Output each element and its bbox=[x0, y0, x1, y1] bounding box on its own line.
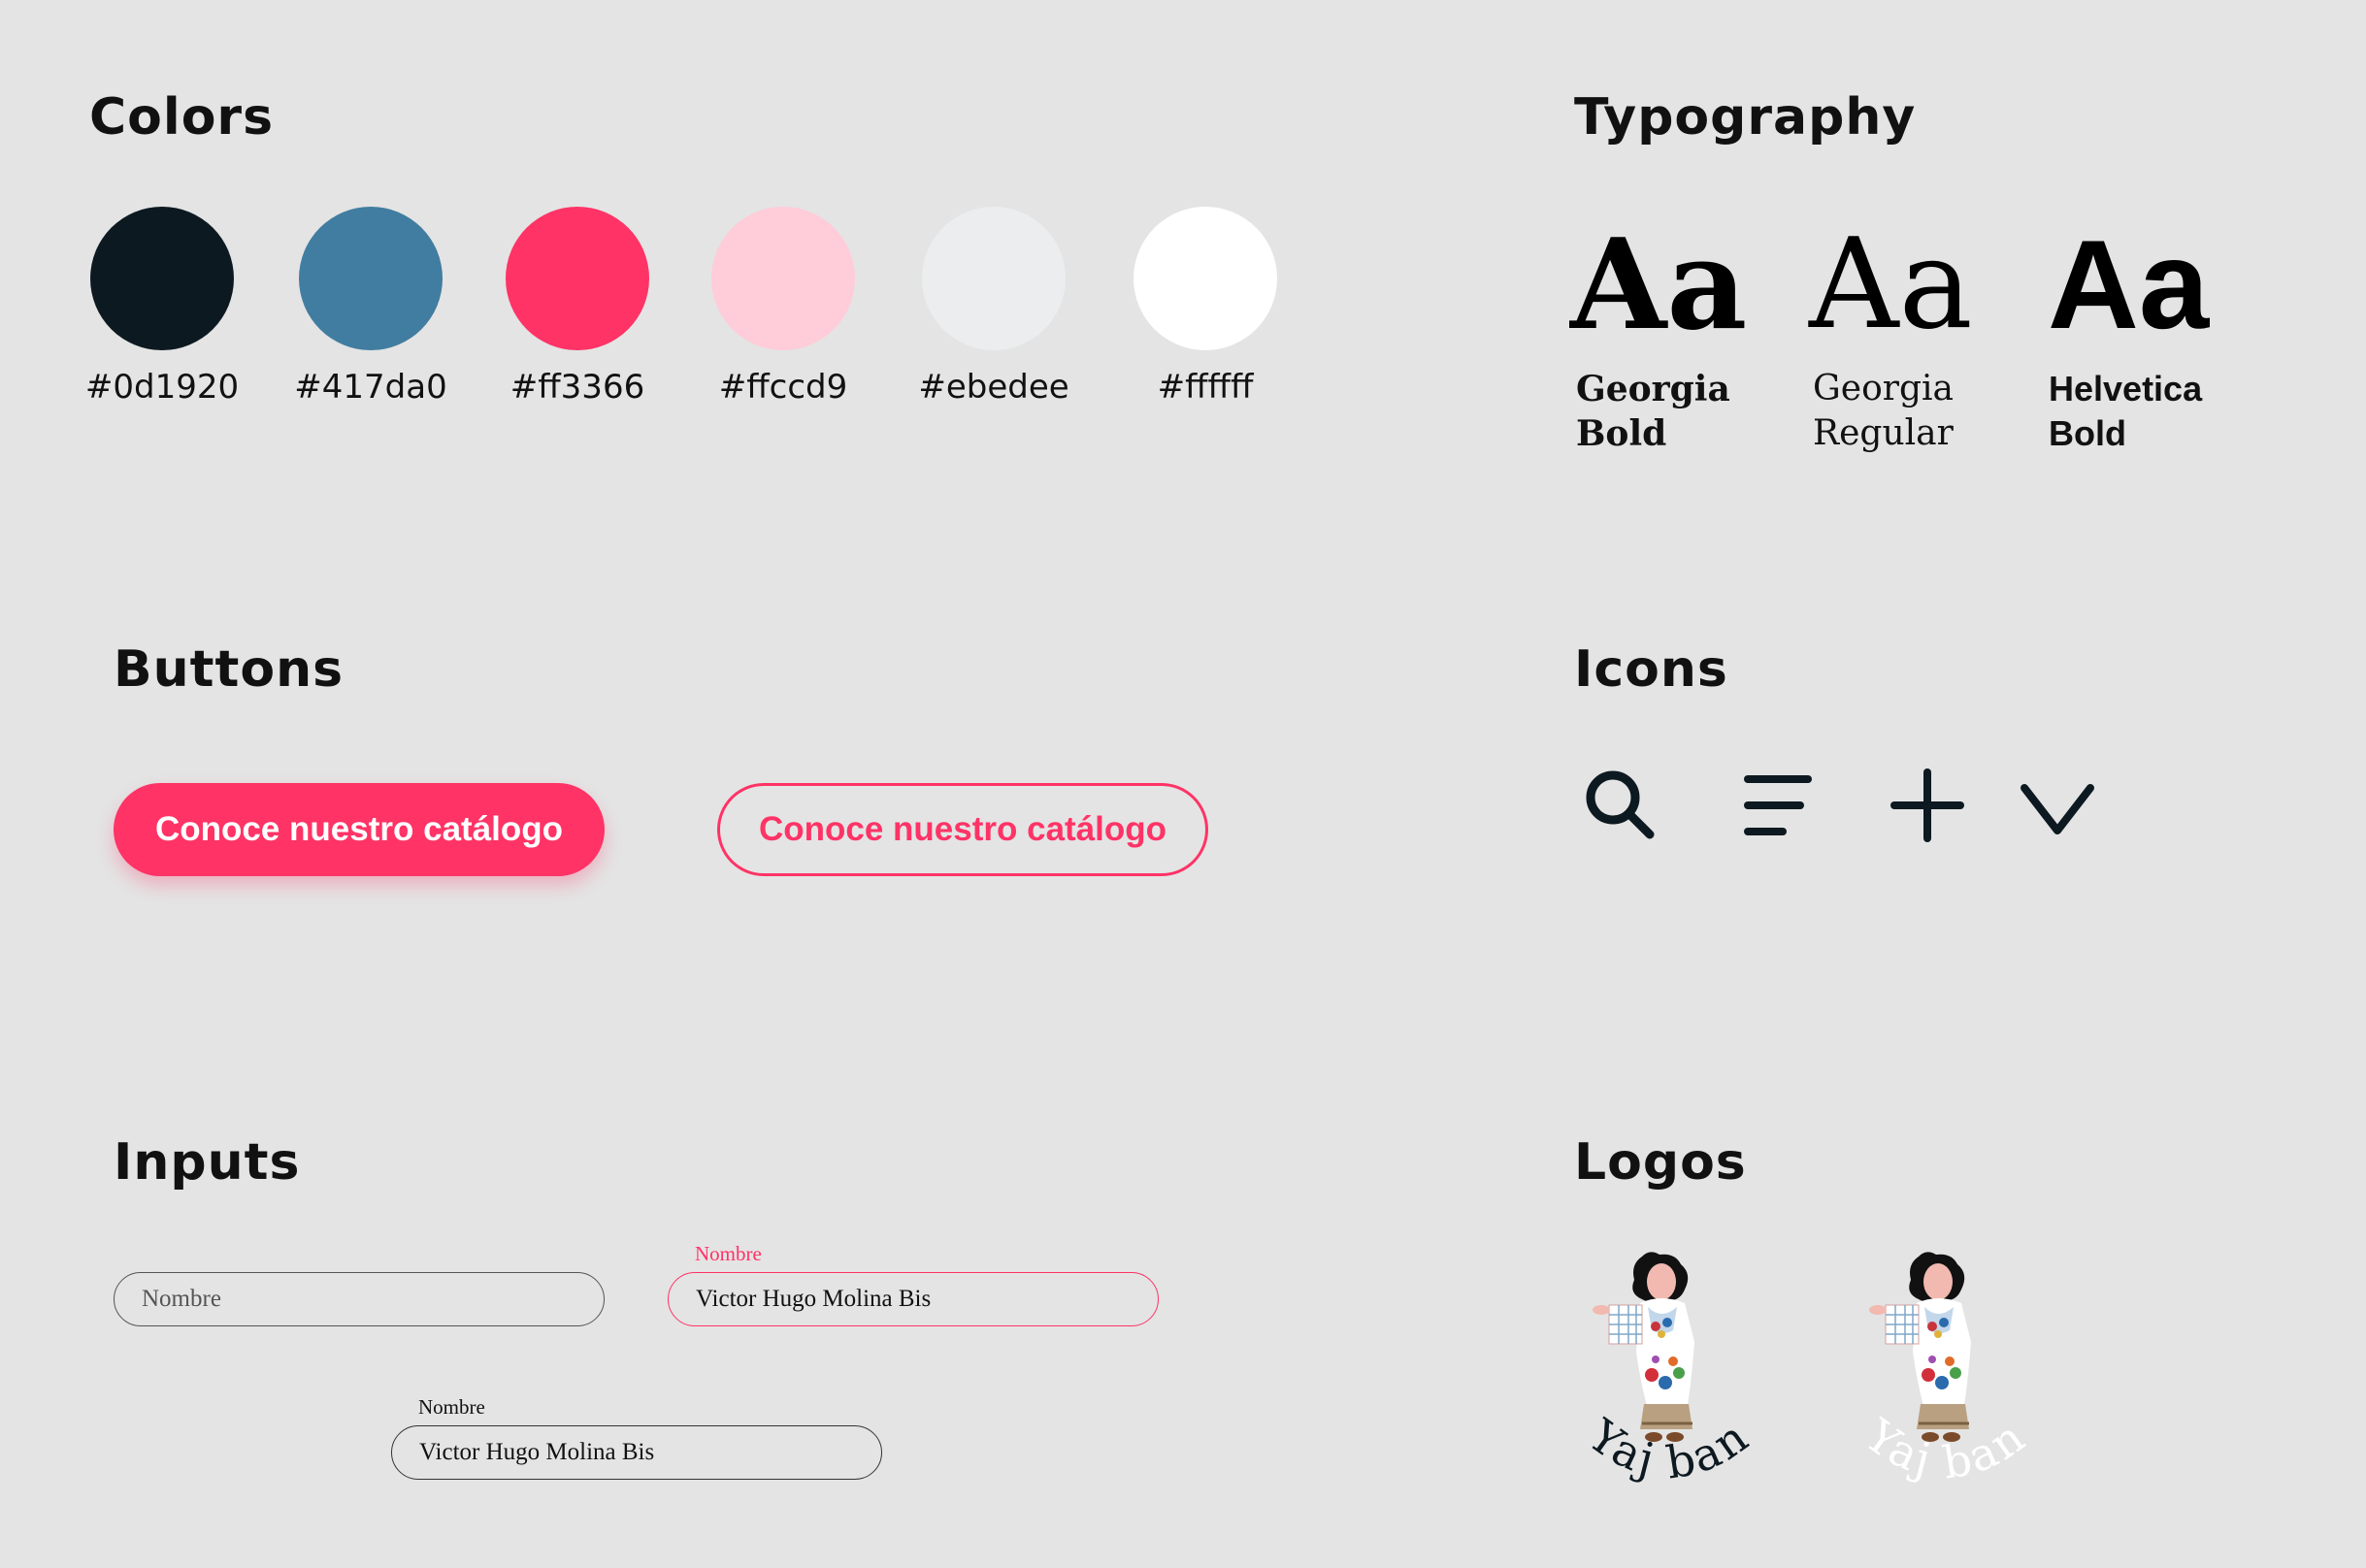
type-name-line2: Regular bbox=[1813, 413, 1954, 453]
color-label: #0d1920 bbox=[84, 368, 240, 407]
name-input-filled-label: Nombre bbox=[418, 1395, 485, 1419]
color-label: #417da0 bbox=[294, 368, 447, 407]
color-swatch-ffccd9 bbox=[711, 207, 855, 350]
type-sample-georgia-bold: Aa bbox=[1570, 212, 1748, 358]
name-input-focused-label: Nombre bbox=[695, 1242, 762, 1265]
chevron-down-icon[interactable] bbox=[2019, 776, 2096, 842]
type-sample-georgia-regular: Aa bbox=[1809, 212, 1973, 357]
type-name-line1: Georgia bbox=[1813, 369, 1954, 408]
color-swatch-0d1920 bbox=[90, 207, 234, 350]
buttons-title: Buttons bbox=[114, 640, 345, 699]
color-label: #ffccd9 bbox=[718, 368, 848, 407]
search-icon[interactable] bbox=[1582, 767, 1659, 844]
logo-light: Yaj ban bbox=[1855, 1252, 2033, 1489]
color-swatch-417da0 bbox=[299, 207, 443, 350]
color-label: #ebedee bbox=[918, 368, 1069, 407]
logos-title: Logos bbox=[1574, 1133, 1747, 1192]
colors-title: Colors bbox=[89, 88, 275, 147]
color-swatch-ebedee bbox=[922, 207, 1066, 350]
color-label: #ff3366 bbox=[509, 368, 645, 407]
type-name-georgia-bold: Georgia Bold bbox=[1576, 367, 1730, 456]
color-label: #ffffff bbox=[1157, 368, 1254, 407]
secondary-catalog-button[interactable]: Conoce nuestro catálogo bbox=[717, 783, 1208, 876]
name-input-empty[interactable] bbox=[114, 1272, 605, 1326]
color-swatch-ff3366 bbox=[506, 207, 649, 350]
color-swatch-ffffff bbox=[1134, 207, 1277, 350]
type-name-helvetica-bold: Helvetica Bold bbox=[2049, 367, 2202, 456]
type-name-georgia-regular: Georgia Regular bbox=[1813, 367, 1954, 456]
menu-icon[interactable] bbox=[1742, 771, 1814, 839]
type-name-line1: Helvetica bbox=[2049, 369, 2203, 408]
plus-icon[interactable] bbox=[1889, 767, 1966, 844]
name-input-filled[interactable] bbox=[391, 1425, 882, 1480]
typography-title: Typography bbox=[1574, 88, 1917, 147]
inputs-title: Inputs bbox=[114, 1133, 301, 1192]
type-name-line1: Georgia bbox=[1576, 369, 1730, 409]
type-name-line2: Bold bbox=[1576, 413, 1667, 454]
type-sample-helvetica-bold: Aa bbox=[2048, 213, 2210, 355]
logo-dark: Yaj ban bbox=[1578, 1252, 1757, 1489]
primary-catalog-button[interactable]: Conoce nuestro catálogo bbox=[114, 783, 605, 876]
name-input-focused[interactable] bbox=[668, 1272, 1159, 1326]
icons-title: Icons bbox=[1574, 640, 1728, 699]
type-name-line2: Bold bbox=[2049, 413, 2126, 453]
